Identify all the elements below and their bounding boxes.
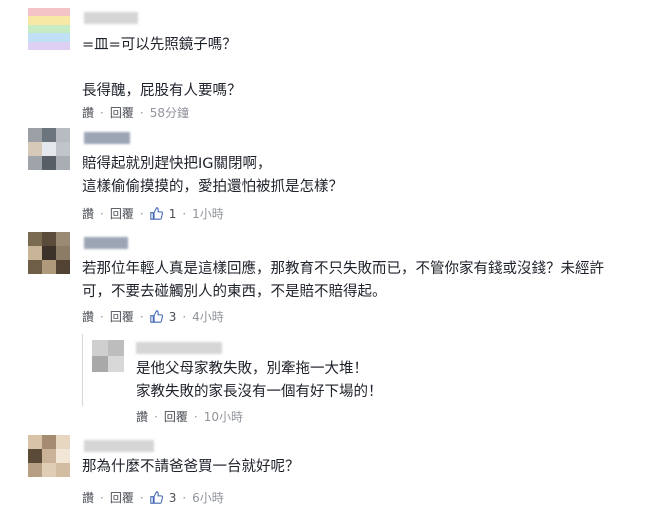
commenter-name-redacted[interactable] bbox=[84, 12, 138, 24]
comment-text: =皿=可以先照鏡子嗎？ 長得醜，屁股有人要嗎？ bbox=[82, 37, 242, 99]
like-link[interactable]: 讚 bbox=[136, 408, 148, 425]
timestamp[interactable]: 1小時 bbox=[192, 205, 224, 222]
commenter-name-redacted[interactable] bbox=[84, 440, 154, 452]
like-count[interactable]: 1 bbox=[169, 207, 177, 221]
comment-text: 是他父母家教失敗，別牽拖一大堆！ 家教失敗的家長沒有一個有好下場的！ bbox=[136, 361, 383, 400]
timestamp[interactable]: 10小時 bbox=[204, 408, 243, 425]
reply-link[interactable]: 回覆 bbox=[110, 205, 134, 222]
like-count[interactable]: 3 bbox=[169, 491, 177, 505]
like-count[interactable]: 3 bbox=[169, 310, 177, 324]
avatar[interactable] bbox=[28, 128, 70, 170]
like-link[interactable]: 讚 bbox=[82, 308, 94, 325]
comment-actions: 讚 · 回覆 · 58分鐘 bbox=[82, 104, 189, 121]
avatar[interactable] bbox=[92, 340, 124, 372]
like-link[interactable]: 讚 bbox=[82, 489, 94, 506]
comment-text: 那為什麼不請爸爸買一台就好呢？ bbox=[82, 459, 300, 475]
timestamp[interactable]: 6小時 bbox=[192, 489, 224, 506]
timestamp[interactable]: 58分鐘 bbox=[150, 104, 189, 121]
commenter-name-redacted[interactable] bbox=[136, 342, 222, 354]
comment-text: 若那位年輕人真是這樣回應，那教育不只失敗而已，不管你家有錢或沒錢？未經許 可，不… bbox=[82, 261, 604, 300]
comment-actions: 讚 · 回覆 · 3 · 6小時 bbox=[82, 489, 224, 506]
comment-actions: 讚 · 回覆 · 1 · 1小時 bbox=[82, 205, 224, 222]
comment-actions: 讚 · 回覆 · 3 · 4小時 bbox=[82, 308, 224, 325]
reply-link[interactable]: 回覆 bbox=[110, 489, 134, 506]
commenter-name-redacted[interactable] bbox=[84, 237, 128, 249]
avatar[interactable] bbox=[28, 435, 70, 477]
like-link[interactable]: 讚 bbox=[82, 104, 94, 121]
reply-link[interactable]: 回覆 bbox=[110, 104, 134, 121]
commenter-name-redacted[interactable] bbox=[84, 132, 130, 144]
avatar[interactable] bbox=[28, 8, 70, 50]
reply-link[interactable]: 回覆 bbox=[110, 308, 134, 325]
comment-actions: 讚 · 回覆 · 10小時 bbox=[136, 408, 243, 425]
thumbs-up-icon bbox=[149, 491, 163, 504]
timestamp[interactable]: 4小時 bbox=[192, 308, 224, 325]
like-link[interactable]: 讚 bbox=[82, 205, 94, 222]
thumbs-up-icon bbox=[149, 207, 163, 220]
avatar[interactable] bbox=[28, 232, 70, 274]
thumbs-up-icon bbox=[149, 310, 163, 323]
reply-link[interactable]: 回覆 bbox=[164, 408, 188, 425]
comment-text: 賠得起就別趕快把IG關閉啊， 這樣偷偷摸摸的，愛拍還怕被抓是怎樣？ bbox=[82, 156, 343, 195]
